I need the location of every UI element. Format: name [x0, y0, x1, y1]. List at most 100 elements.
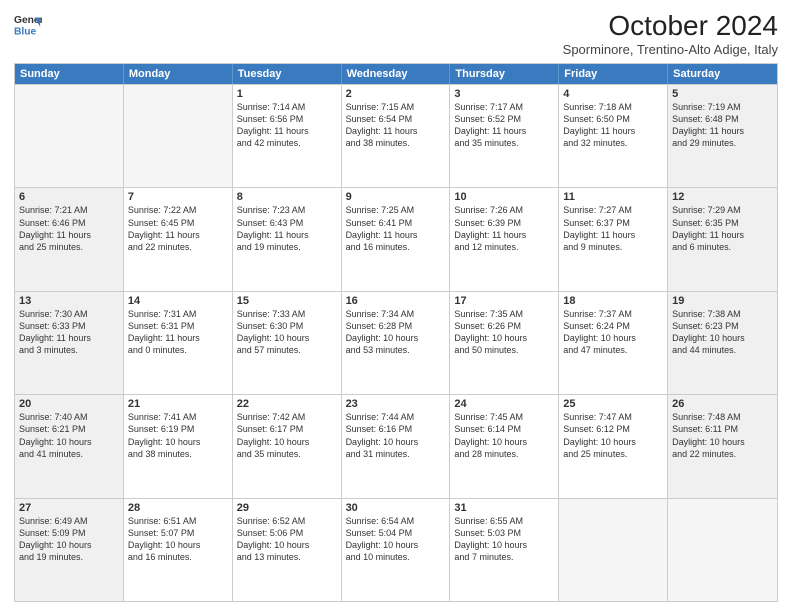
cell-info-line: Daylight: 11 hours	[454, 125, 554, 137]
cell-info-line: Sunset: 6:24 PM	[563, 320, 663, 332]
cell-info-line: Sunrise: 6:54 AM	[346, 515, 446, 527]
calendar-empty	[15, 85, 124, 187]
day-header-saturday: Saturday	[668, 64, 777, 84]
day-number: 13	[19, 295, 119, 307]
cell-info-line: and 38 minutes.	[346, 137, 446, 149]
cell-info-line: Sunset: 6:48 PM	[672, 113, 773, 125]
day-number: 23	[346, 398, 446, 410]
day-number: 21	[128, 398, 228, 410]
day-number: 20	[19, 398, 119, 410]
cell-info-line: Daylight: 11 hours	[563, 229, 663, 241]
cell-info-line: Daylight: 10 hours	[563, 332, 663, 344]
day-number: 30	[346, 502, 446, 514]
calendar-day-18: 18Sunrise: 7:37 AMSunset: 6:24 PMDayligh…	[559, 292, 668, 394]
calendar-body: 1Sunrise: 7:14 AMSunset: 6:56 PMDaylight…	[15, 84, 777, 601]
cell-info-line: Sunrise: 7:15 AM	[346, 101, 446, 113]
cell-info-line: Sunset: 6:28 PM	[346, 320, 446, 332]
cell-info-line: and 7 minutes.	[454, 551, 554, 563]
cell-info-line: Sunset: 6:23 PM	[672, 320, 773, 332]
day-number: 18	[563, 295, 663, 307]
day-number: 24	[454, 398, 554, 410]
cell-info-line: Sunset: 5:04 PM	[346, 527, 446, 539]
calendar-day-5: 5Sunrise: 7:19 AMSunset: 6:48 PMDaylight…	[668, 85, 777, 187]
cell-info-line: Daylight: 10 hours	[672, 436, 773, 448]
cell-info-line: Daylight: 11 hours	[454, 229, 554, 241]
day-number: 2	[346, 88, 446, 100]
day-header-sunday: Sunday	[15, 64, 124, 84]
cell-info-line: and 28 minutes.	[454, 448, 554, 460]
calendar-empty	[124, 85, 233, 187]
cell-info-line: and 3 minutes.	[19, 344, 119, 356]
cell-info-line: Daylight: 11 hours	[128, 229, 228, 241]
day-number: 7	[128, 191, 228, 203]
cell-info-line: and 25 minutes.	[563, 448, 663, 460]
calendar-day-2: 2Sunrise: 7:15 AMSunset: 6:54 PMDaylight…	[342, 85, 451, 187]
cell-info-line: and 38 minutes.	[128, 448, 228, 460]
cell-info-line: and 50 minutes.	[454, 344, 554, 356]
cell-info-line: Daylight: 11 hours	[237, 125, 337, 137]
cell-info-line: Sunset: 6:11 PM	[672, 423, 773, 435]
cell-info-line: Sunrise: 6:49 AM	[19, 515, 119, 527]
calendar-day-12: 12Sunrise: 7:29 AMSunset: 6:35 PMDayligh…	[668, 188, 777, 290]
cell-info-line: Sunset: 6:26 PM	[454, 320, 554, 332]
cell-info-line: and 19 minutes.	[237, 241, 337, 253]
day-number: 27	[19, 502, 119, 514]
cell-info-line: Sunrise: 7:41 AM	[128, 411, 228, 423]
cell-info-line: Sunrise: 7:31 AM	[128, 308, 228, 320]
month-title: October 2024	[563, 10, 778, 42]
day-number: 6	[19, 191, 119, 203]
day-number: 3	[454, 88, 554, 100]
cell-info-line: Daylight: 11 hours	[672, 229, 773, 241]
cell-info-line: Sunset: 6:30 PM	[237, 320, 337, 332]
cell-info-line: Sunset: 6:56 PM	[237, 113, 337, 125]
cell-info-line: and 10 minutes.	[346, 551, 446, 563]
cell-info-line: and 57 minutes.	[237, 344, 337, 356]
cell-info-line: Sunset: 6:39 PM	[454, 217, 554, 229]
cell-info-line: Sunrise: 7:17 AM	[454, 101, 554, 113]
cell-info-line: Sunset: 5:09 PM	[19, 527, 119, 539]
logo-icon: General Blue	[14, 10, 42, 38]
calendar-day-26: 26Sunrise: 7:48 AMSunset: 6:11 PMDayligh…	[668, 395, 777, 497]
cell-info-line: Sunrise: 7:23 AM	[237, 204, 337, 216]
cell-info-line: Sunrise: 6:52 AM	[237, 515, 337, 527]
cell-info-line: Sunset: 6:43 PM	[237, 217, 337, 229]
cell-info-line: Daylight: 11 hours	[346, 229, 446, 241]
cell-info-line: Daylight: 11 hours	[128, 332, 228, 344]
cell-info-line: Daylight: 10 hours	[346, 436, 446, 448]
calendar-day-16: 16Sunrise: 7:34 AMSunset: 6:28 PMDayligh…	[342, 292, 451, 394]
cell-info-line: and 22 minutes.	[128, 241, 228, 253]
day-number: 26	[672, 398, 773, 410]
cell-info-line: Sunset: 6:31 PM	[128, 320, 228, 332]
calendar-day-19: 19Sunrise: 7:38 AMSunset: 6:23 PMDayligh…	[668, 292, 777, 394]
cell-info-line: Sunrise: 7:21 AM	[19, 204, 119, 216]
cell-info-line: Sunrise: 7:27 AM	[563, 204, 663, 216]
calendar-day-11: 11Sunrise: 7:27 AMSunset: 6:37 PMDayligh…	[559, 188, 668, 290]
calendar-day-1: 1Sunrise: 7:14 AMSunset: 6:56 PMDaylight…	[233, 85, 342, 187]
cell-info-line: Sunset: 5:03 PM	[454, 527, 554, 539]
calendar-day-23: 23Sunrise: 7:44 AMSunset: 6:16 PMDayligh…	[342, 395, 451, 497]
calendar-day-21: 21Sunrise: 7:41 AMSunset: 6:19 PMDayligh…	[124, 395, 233, 497]
page: General Blue October 2024 Sporminore, Tr…	[0, 0, 792, 612]
day-number: 1	[237, 88, 337, 100]
cell-info-line: Sunset: 6:45 PM	[128, 217, 228, 229]
cell-info-line: and 19 minutes.	[19, 551, 119, 563]
day-number: 11	[563, 191, 663, 203]
cell-info-line: Sunrise: 7:14 AM	[237, 101, 337, 113]
calendar-day-4: 4Sunrise: 7:18 AMSunset: 6:50 PMDaylight…	[559, 85, 668, 187]
cell-info-line: Daylight: 11 hours	[346, 125, 446, 137]
day-number: 9	[346, 191, 446, 203]
cell-info-line: Sunrise: 7:25 AM	[346, 204, 446, 216]
cell-info-line: Daylight: 10 hours	[454, 436, 554, 448]
cell-info-line: and 12 minutes.	[454, 241, 554, 253]
day-number: 17	[454, 295, 554, 307]
cell-info-line: Sunset: 5:06 PM	[237, 527, 337, 539]
cell-info-line: and 13 minutes.	[237, 551, 337, 563]
cell-info-line: Sunset: 6:50 PM	[563, 113, 663, 125]
cell-info-line: Sunrise: 7:38 AM	[672, 308, 773, 320]
calendar-day-31: 31Sunrise: 6:55 AMSunset: 5:03 PMDayligh…	[450, 499, 559, 601]
svg-text:Blue: Blue	[14, 26, 37, 37]
cell-info-line: and 31 minutes.	[346, 448, 446, 460]
cell-info-line: Sunset: 6:19 PM	[128, 423, 228, 435]
cell-info-line: and 47 minutes.	[563, 344, 663, 356]
day-number: 5	[672, 88, 773, 100]
